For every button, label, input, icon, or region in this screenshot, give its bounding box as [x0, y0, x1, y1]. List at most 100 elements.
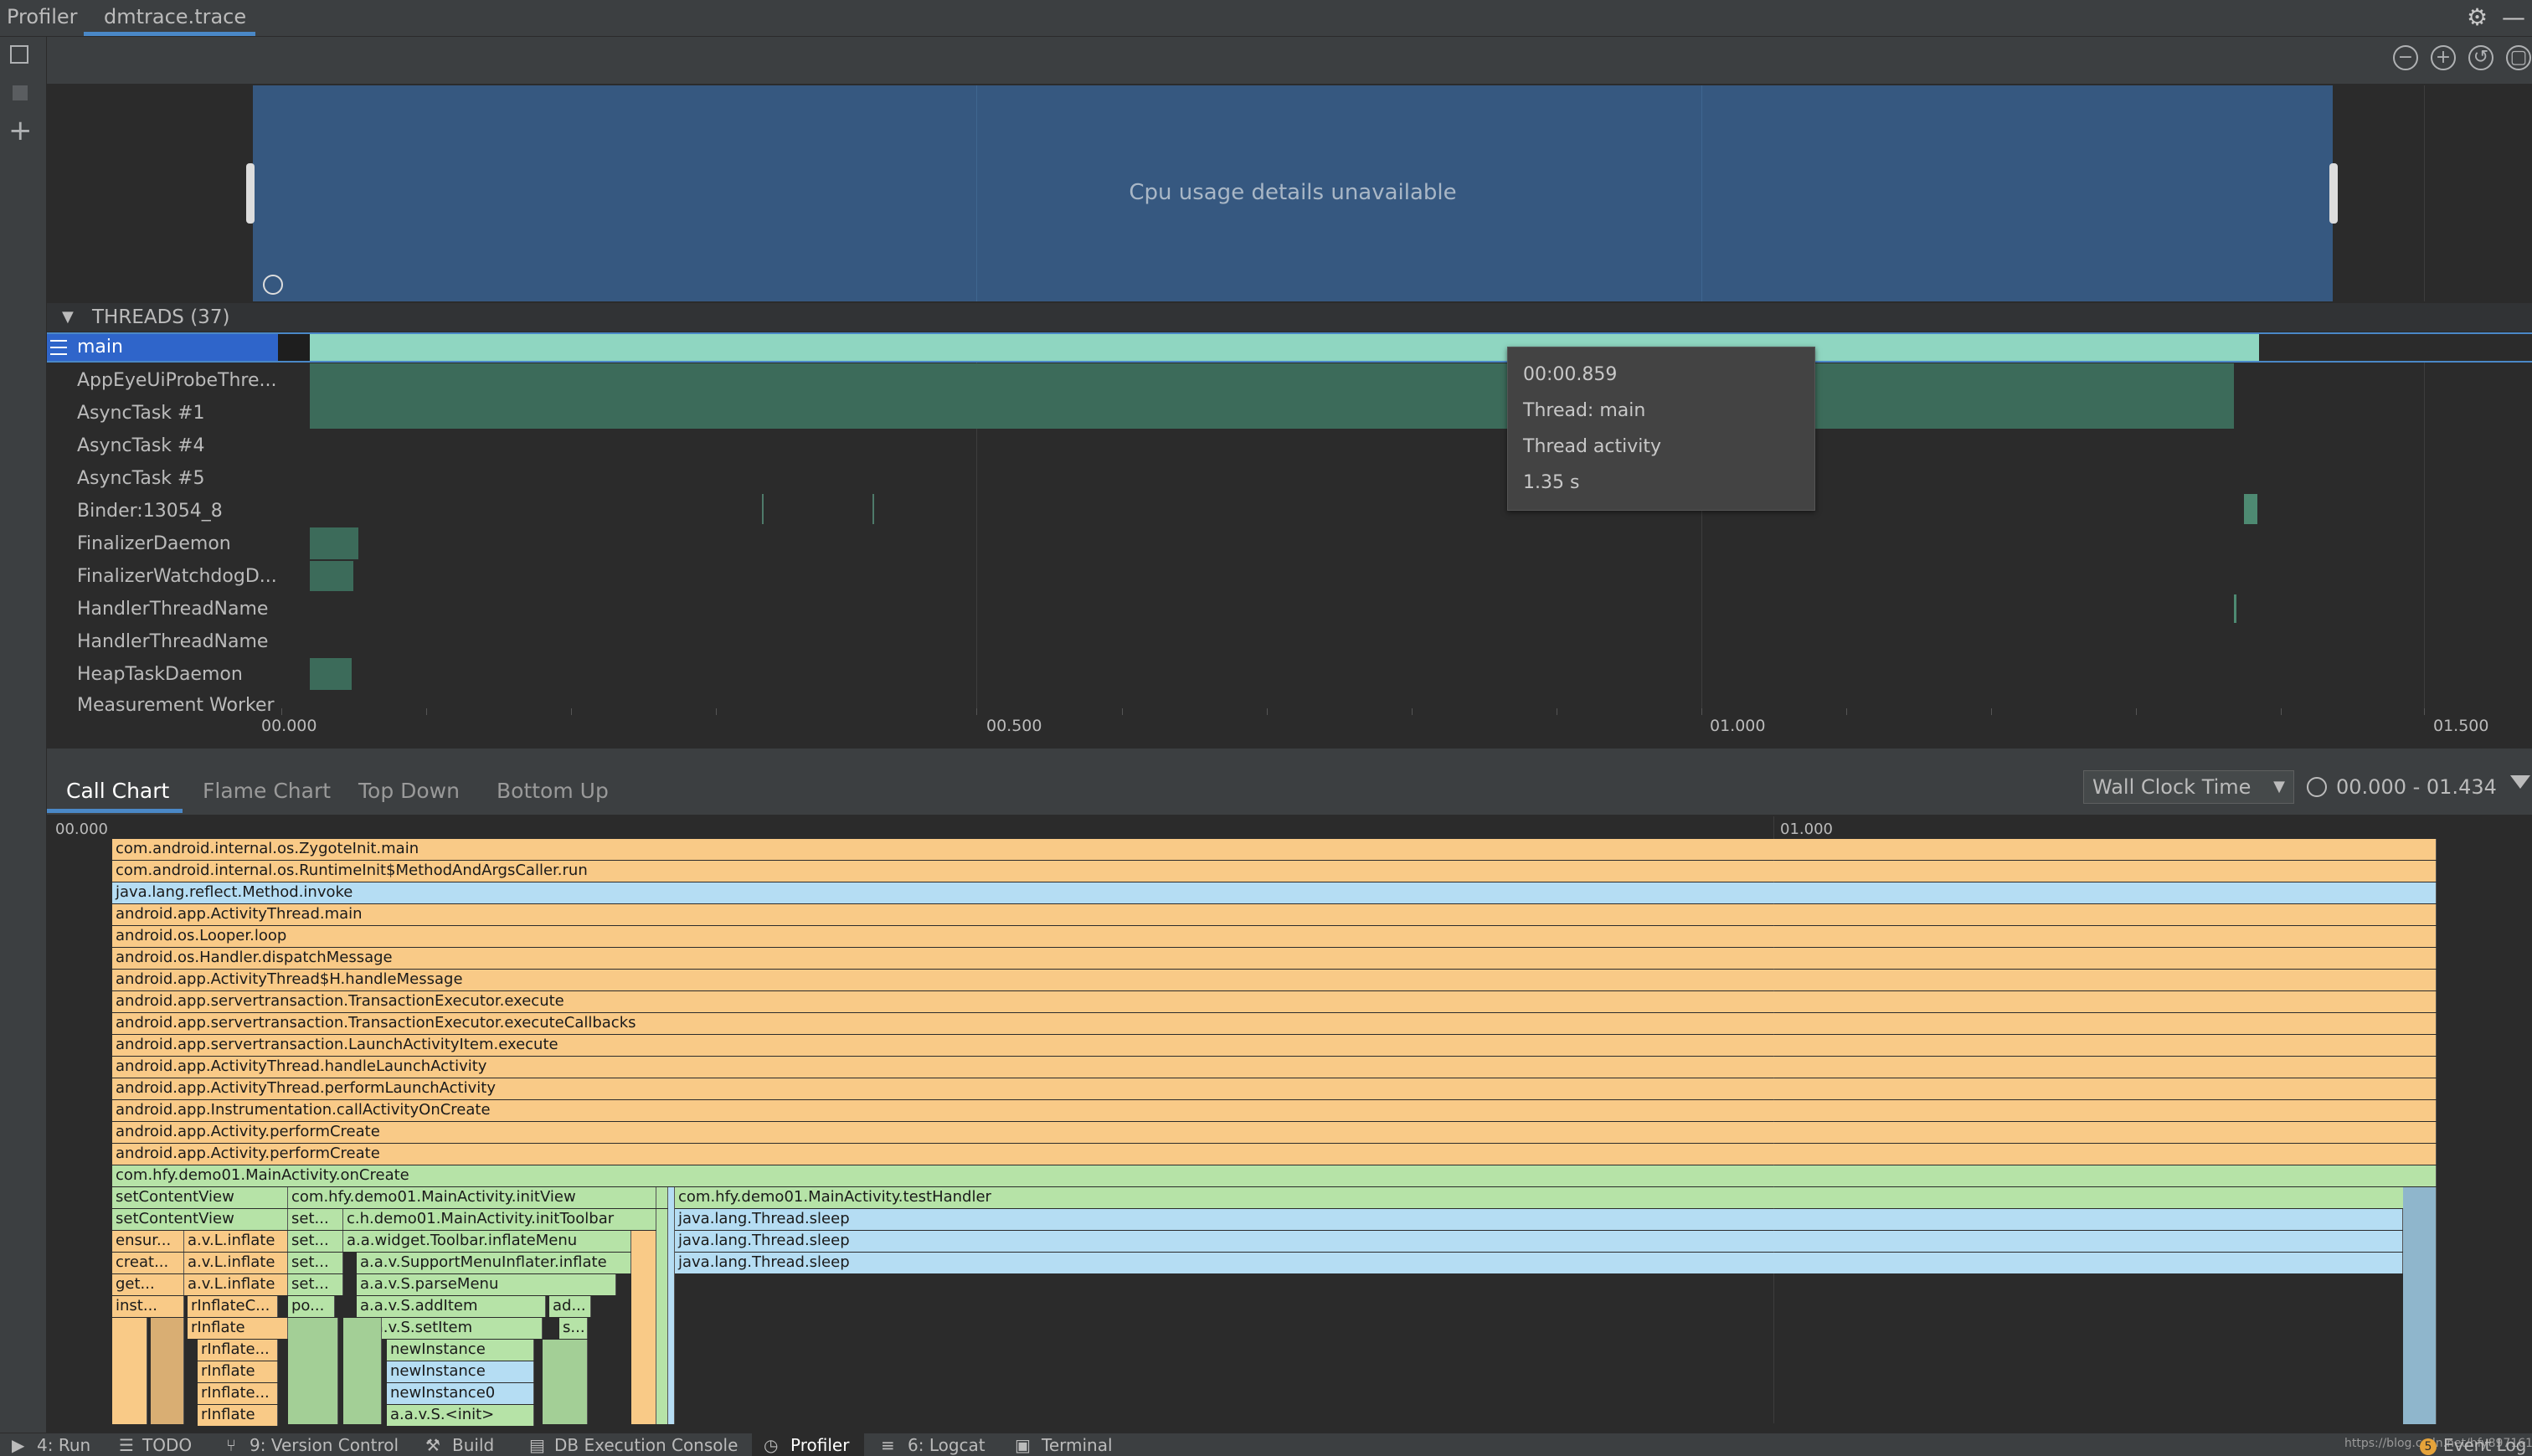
- tool-profiler[interactable]: Profiler: [790, 1435, 849, 1455]
- tab-call-chart[interactable]: Call Chart: [66, 779, 169, 803]
- call-frame-cluster[interactable]: [151, 1318, 184, 1424]
- call-frame[interactable]: [656, 1187, 668, 1208]
- collapse-triangle-icon[interactable]: ▼: [62, 303, 74, 332]
- thread-label[interactable]: AppEyeUiProbeThre...: [77, 370, 277, 391]
- call-frame[interactable]: android.app.ActivityThread.main: [112, 904, 2437, 925]
- call-frame[interactable]: com.android.internal.os.RuntimeInit$Meth…: [112, 861, 2437, 882]
- call-frame[interactable]: java.lang.Thread.sleep: [675, 1209, 2403, 1230]
- profiler-title[interactable]: Profiler: [7, 0, 78, 37]
- call-frame[interactable]: rInflate: [188, 1318, 288, 1339]
- thread-label[interactable]: HandlerThreadName: [77, 599, 268, 620]
- hammer-icon[interactable]: ⚒: [425, 1435, 440, 1455]
- call-frame[interactable]: android.app.ActivityThread.handleLaunchA…: [112, 1057, 2437, 1078]
- call-frame-cluster[interactable]: [112, 1318, 147, 1424]
- minimize-icon[interactable]: —: [2502, 3, 2525, 31]
- call-frame[interactable]: a.v.L.inflate: [184, 1231, 288, 1252]
- call-frame[interactable]: com.hfy.demo01.MainActivity.initView: [288, 1187, 656, 1208]
- call-frame[interactable]: newInstance: [387, 1361, 534, 1382]
- call-frame[interactable]: s...: [559, 1318, 588, 1339]
- list-icon[interactable]: ☰: [119, 1435, 134, 1455]
- database-icon[interactable]: ▤: [529, 1435, 545, 1455]
- call-frame[interactable]: set...: [288, 1253, 343, 1273]
- call-frame[interactable]: a.a.v.S.parseMenu: [357, 1274, 616, 1295]
- drag-handle-icon[interactable]: [50, 340, 67, 355]
- call-frame[interactable]: android.os.Handler.dispatchMessage: [112, 948, 2437, 969]
- thread-label[interactable]: Binder:13054_8: [77, 501, 223, 522]
- clock-type-select[interactable]: Wall Clock Time ▼: [2083, 770, 2294, 804]
- play-icon[interactable]: ▶: [12, 1435, 24, 1455]
- call-frame[interactable]: com.hfy.demo01.MainActivity.testHandler: [675, 1187, 2437, 1208]
- thread-label[interactable]: FinalizerWatchdogD...: [77, 566, 277, 587]
- thread-label[interactable]: Measurement Worker: [77, 695, 275, 716]
- call-frame[interactable]: set...: [288, 1231, 343, 1252]
- tab-flame-chart[interactable]: Flame Chart: [203, 779, 331, 803]
- tool-run[interactable]: 4: Run: [37, 1435, 90, 1455]
- thread-label[interactable]: main: [77, 337, 123, 358]
- call-frame[interactable]: android.app.servertransaction.Transactio…: [112, 1013, 2437, 1034]
- thread-label[interactable]: AsyncTask #1: [77, 403, 204, 424]
- call-frame[interactable]: get...: [112, 1274, 184, 1295]
- tool-version-control[interactable]: 9: Version Control: [250, 1435, 399, 1455]
- call-frame-cluster[interactable]: [656, 1209, 668, 1424]
- tab-bottom-up[interactable]: Bottom Up: [497, 779, 609, 803]
- call-frame-cluster[interactable]: [631, 1231, 656, 1424]
- call-frame[interactable]: newInstance0: [387, 1383, 534, 1404]
- call-frame[interactable]: rInflate...: [198, 1383, 278, 1404]
- call-frame[interactable]: setContentView: [112, 1187, 288, 1208]
- call-frame[interactable]: android.app.Instrumentation.callActivity…: [112, 1100, 2437, 1121]
- zoom-to-selection-icon[interactable]: ▢: [2506, 45, 2531, 70]
- range-end-handle[interactable]: [2329, 163, 2338, 224]
- tab-top-down[interactable]: Top Down: [358, 779, 460, 803]
- call-frame[interactable]: a.v.L.inflate: [184, 1253, 288, 1273]
- range-start-handle[interactable]: [246, 163, 255, 224]
- call-frame[interactable]: android.os.Looper.loop: [112, 926, 2437, 947]
- call-frame[interactable]: android.app.Activity.performCreate: [112, 1122, 2437, 1143]
- call-frame[interactable]: android.app.ActivityThread.performLaunch…: [112, 1078, 2437, 1099]
- call-frame[interactable]: set...: [288, 1274, 343, 1295]
- thread-label[interactable]: FinalizerDaemon: [77, 533, 231, 554]
- logcat-icon[interactable]: ≡: [881, 1435, 895, 1455]
- zoom-out-icon[interactable]: −: [2393, 45, 2418, 70]
- sessions-panel-icon[interactable]: [10, 45, 28, 64]
- call-frame[interactable]: rInflate: [198, 1405, 278, 1426]
- reset-zoom-icon[interactable]: ↺: [2468, 45, 2493, 70]
- call-frame[interactable]: com.android.internal.os.ZygoteInit.main: [112, 839, 2437, 860]
- thread-label[interactable]: HeapTaskDaemon: [77, 664, 243, 685]
- call-frame[interactable]: java.lang.Thread.sleep: [675, 1253, 2403, 1273]
- tool-db-console[interactable]: DB Execution Console: [554, 1435, 738, 1455]
- call-frame-cluster[interactable]: [543, 1340, 588, 1424]
- call-frame[interactable]: rInflate...: [198, 1340, 278, 1361]
- async-thread-activity[interactable]: [310, 363, 2234, 429]
- call-frame[interactable]: a.a.v.S.setItem: [357, 1318, 543, 1339]
- call-frame-cluster[interactable]: [343, 1318, 382, 1424]
- terminal-icon[interactable]: ▣: [1015, 1435, 1031, 1455]
- filter-icon[interactable]: [2510, 775, 2530, 789]
- thread-label[interactable]: AsyncTask #4: [77, 435, 204, 456]
- call-frame-cluster[interactable]: [288, 1318, 338, 1424]
- tool-terminal[interactable]: Terminal: [1042, 1435, 1113, 1455]
- call-frame[interactable]: com.hfy.demo01.MainActivity.onCreate: [112, 1165, 2437, 1186]
- gear-icon[interactable]: ⚙: [2467, 3, 2488, 31]
- call-frame[interactable]: android.app.Activity.performCreate: [112, 1144, 2437, 1165]
- call-frame[interactable]: set...: [288, 1209, 343, 1230]
- branch-icon[interactable]: ⑂: [226, 1435, 236, 1455]
- call-frame[interactable]: a.a.v.SupportMenuInflater.inflate: [357, 1253, 631, 1273]
- call-frame[interactable]: creat...: [112, 1253, 184, 1273]
- call-frame[interactable]: java.lang.reflect.Method.invoke: [112, 882, 2437, 903]
- tool-logcat[interactable]: 6: Logcat: [908, 1435, 986, 1455]
- call-frame[interactable]: c.h.demo01.MainActivity.initToolbar: [343, 1209, 656, 1230]
- call-frame[interactable]: android.app.ActivityThread$H.handleMessa…: [112, 970, 2437, 990]
- main-thread-activity[interactable]: [310, 334, 2259, 361]
- call-frame[interactable]: po...: [288, 1296, 335, 1317]
- threads-header[interactable]: ▼ THREADS (37): [47, 303, 2532, 332]
- call-frame[interactable]: ensur...: [112, 1231, 184, 1252]
- call-frame[interactable]: java.lang.Thread.sleep: [675, 1231, 2403, 1252]
- call-frame[interactable]: a.a.widget.Toolbar.inflateMenu: [343, 1231, 631, 1252]
- thread-label[interactable]: AsyncTask #5: [77, 468, 204, 489]
- call-frame[interactable]: a.a.v.S.<init>: [387, 1405, 534, 1426]
- call-frame[interactable]: rInflate: [198, 1361, 278, 1382]
- call-frame[interactable]: ad...: [549, 1296, 591, 1317]
- call-frame[interactable]: a.v.L.inflate: [184, 1274, 288, 1295]
- zoom-in-icon[interactable]: +: [2431, 45, 2456, 70]
- call-frame[interactable]: setContentView: [112, 1209, 288, 1230]
